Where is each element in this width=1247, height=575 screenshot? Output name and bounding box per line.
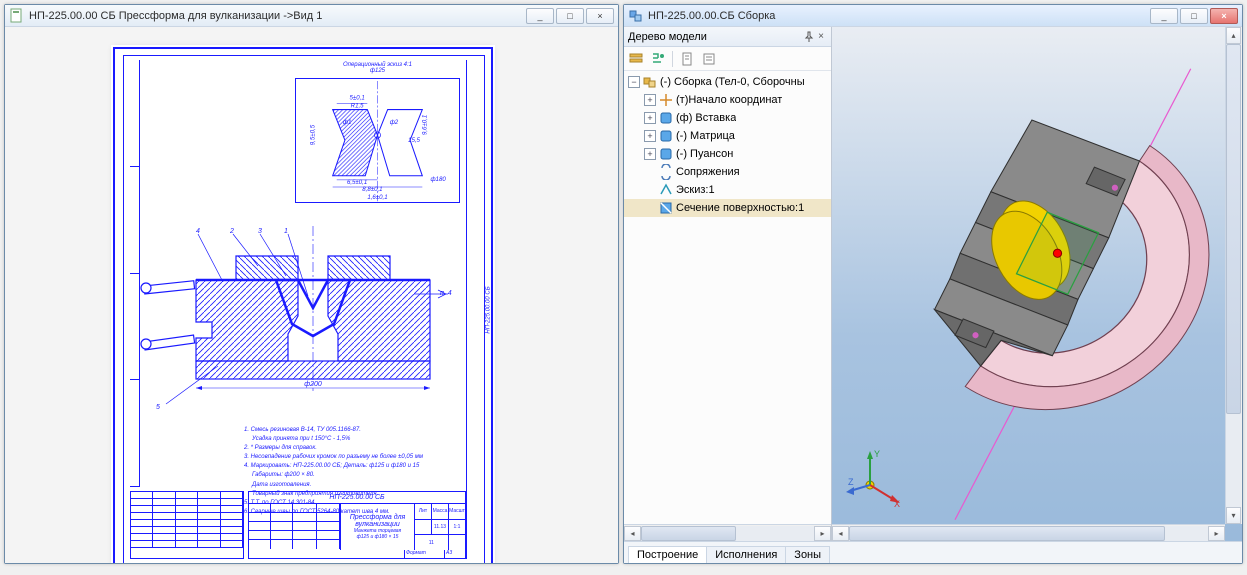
section-icon xyxy=(658,200,674,216)
model-tree-panel: Дерево модели × xyxy=(624,27,832,541)
drawing-title: НП-225.00.00 СБ Прессформа для вулканиза… xyxy=(29,10,522,22)
svg-text:9,6±0,1: 9,6±0,1 xyxy=(421,115,428,135)
viewport-scrollbar-h[interactable]: ◂ ▸ xyxy=(832,524,1225,541)
tree-item-sketch[interactable]: Эскиз:1 xyxy=(624,181,831,199)
assembly-min-button[interactable]: _ xyxy=(1150,8,1178,24)
tree-toolbar xyxy=(624,47,831,71)
part-icon xyxy=(658,110,674,126)
main-section-view: ф200 xyxy=(138,216,488,406)
svg-text:X: X xyxy=(894,499,900,507)
axis-gizmo: Y X Z xyxy=(846,447,906,507)
expand-icon[interactable]: + xyxy=(644,148,656,160)
drawing-close-button[interactable]: × xyxy=(586,8,614,24)
tree-scrollbar-h[interactable]: ◂ ▸ xyxy=(624,524,831,541)
drawing-window: НП-225.00.00 СБ Прессформа для вулканиза… xyxy=(4,4,619,564)
drawing-sheet: НП-225.00.00 СБ Операционный эскиз 4:1 ф… xyxy=(113,47,493,563)
pin-icon[interactable] xyxy=(803,31,815,43)
model-tree[interactable]: − (-) Сборка (Тел-0, Сборочны + (т)Начал… xyxy=(624,71,831,524)
tree-item-section[interactable]: Сечение поверхностью:1 xyxy=(624,199,831,217)
drawing-canvas[interactable]: НП-225.00.00 СБ Операционный эскиз 4:1 ф… xyxy=(5,27,618,563)
tree-item-punch[interactable]: + (-) Пуансон xyxy=(624,145,831,163)
drawing-doc-icon xyxy=(9,9,25,23)
svg-text:15,5: 15,5 xyxy=(408,137,420,144)
part-icon xyxy=(658,146,674,162)
tree-header[interactable]: Дерево модели × xyxy=(624,27,831,47)
assembly-icon xyxy=(642,74,658,90)
tree-item-matrix[interactable]: + (-) Матрица xyxy=(624,127,831,145)
tree-item-origin[interactable]: + (т)Начало координат xyxy=(624,91,831,109)
sketch-icon xyxy=(658,182,674,198)
tree-tabstrip: Построение Исполнения Зоны xyxy=(624,541,1242,563)
expand-icon[interactable]: + xyxy=(644,94,656,106)
mates-icon xyxy=(658,164,674,180)
tree-title: Дерево модели xyxy=(628,31,707,43)
tree-display-icon[interactable] xyxy=(628,51,644,67)
drawing-max-button[interactable]: □ xyxy=(556,8,584,24)
svg-text:1,6±0,1: 1,6±0,1 xyxy=(367,194,387,201)
svg-text:Z: Z xyxy=(848,477,854,487)
scroll-thumb[interactable] xyxy=(641,526,736,541)
svg-text:5±0,1: 5±0,1 xyxy=(349,94,364,101)
scroll-right-icon[interactable]: ▸ xyxy=(814,526,831,541)
drawing-min-button[interactable]: _ xyxy=(526,8,554,24)
svg-text:9,5±0,5: 9,5±0,5 xyxy=(309,124,316,145)
svg-text:ф180: ф180 xyxy=(430,176,446,183)
assembly-window: НП-225.00.00.СБ Сборка _ □ × Дерево моде… xyxy=(623,4,1243,564)
expand-icon[interactable]: − xyxy=(628,76,640,88)
assembly-title: НП-225.00.00.СБ Сборка xyxy=(648,10,1146,22)
revision-block xyxy=(130,491,244,559)
tree-filter-icon[interactable] xyxy=(650,51,666,67)
model-viewport[interactable]: Y X Z ▴ ▾ ◂ xyxy=(832,27,1242,541)
assembly-max-button[interactable]: □ xyxy=(1180,8,1208,24)
drawing-titlebar[interactable]: НП-225.00.00 СБ Прессформа для вулканиза… xyxy=(5,5,618,27)
part-icon xyxy=(658,128,674,144)
tree-doc-icon[interactable] xyxy=(679,51,695,67)
tab-build[interactable]: Построение xyxy=(628,546,707,563)
tree-root[interactable]: − (-) Сборка (Тел-0, Сборочны xyxy=(624,73,831,91)
svg-text:ф200: ф200 xyxy=(304,381,322,388)
assembly-doc-icon xyxy=(628,9,644,23)
viewport-scrollbar-v[interactable]: ▴ ▾ xyxy=(1225,27,1242,524)
tab-exec[interactable]: Исполнения xyxy=(706,546,786,563)
svg-text:ф2: ф2 xyxy=(390,119,399,126)
tab-zones[interactable]: Зоны xyxy=(785,546,830,563)
tree-item-mates[interactable]: Сопряжения xyxy=(624,163,831,181)
svg-text:ф1: ф1 xyxy=(343,119,352,126)
svg-text:R1,5: R1,5 xyxy=(351,103,365,110)
scroll-left-icon[interactable]: ◂ xyxy=(624,526,641,541)
assembly-close-button[interactable]: × xyxy=(1210,8,1238,24)
title-block: НП-225.00.00 СБ Прессформа для xyxy=(248,491,466,559)
expand-icon[interactable]: + xyxy=(644,112,656,124)
detail-sketch: Операционный эскиз 4:1 ф125 xyxy=(295,62,460,217)
tree-item-insert[interactable]: + (ф) Вставка xyxy=(624,109,831,127)
tree-close-icon[interactable]: × xyxy=(815,31,827,43)
svg-text:Y: Y xyxy=(874,449,880,459)
tree-props-icon[interactable] xyxy=(701,51,717,67)
assembly-titlebar[interactable]: НП-225.00.00.СБ Сборка _ □ × xyxy=(624,5,1242,27)
expand-icon[interactable]: + xyxy=(644,130,656,142)
origin-icon xyxy=(658,92,674,108)
